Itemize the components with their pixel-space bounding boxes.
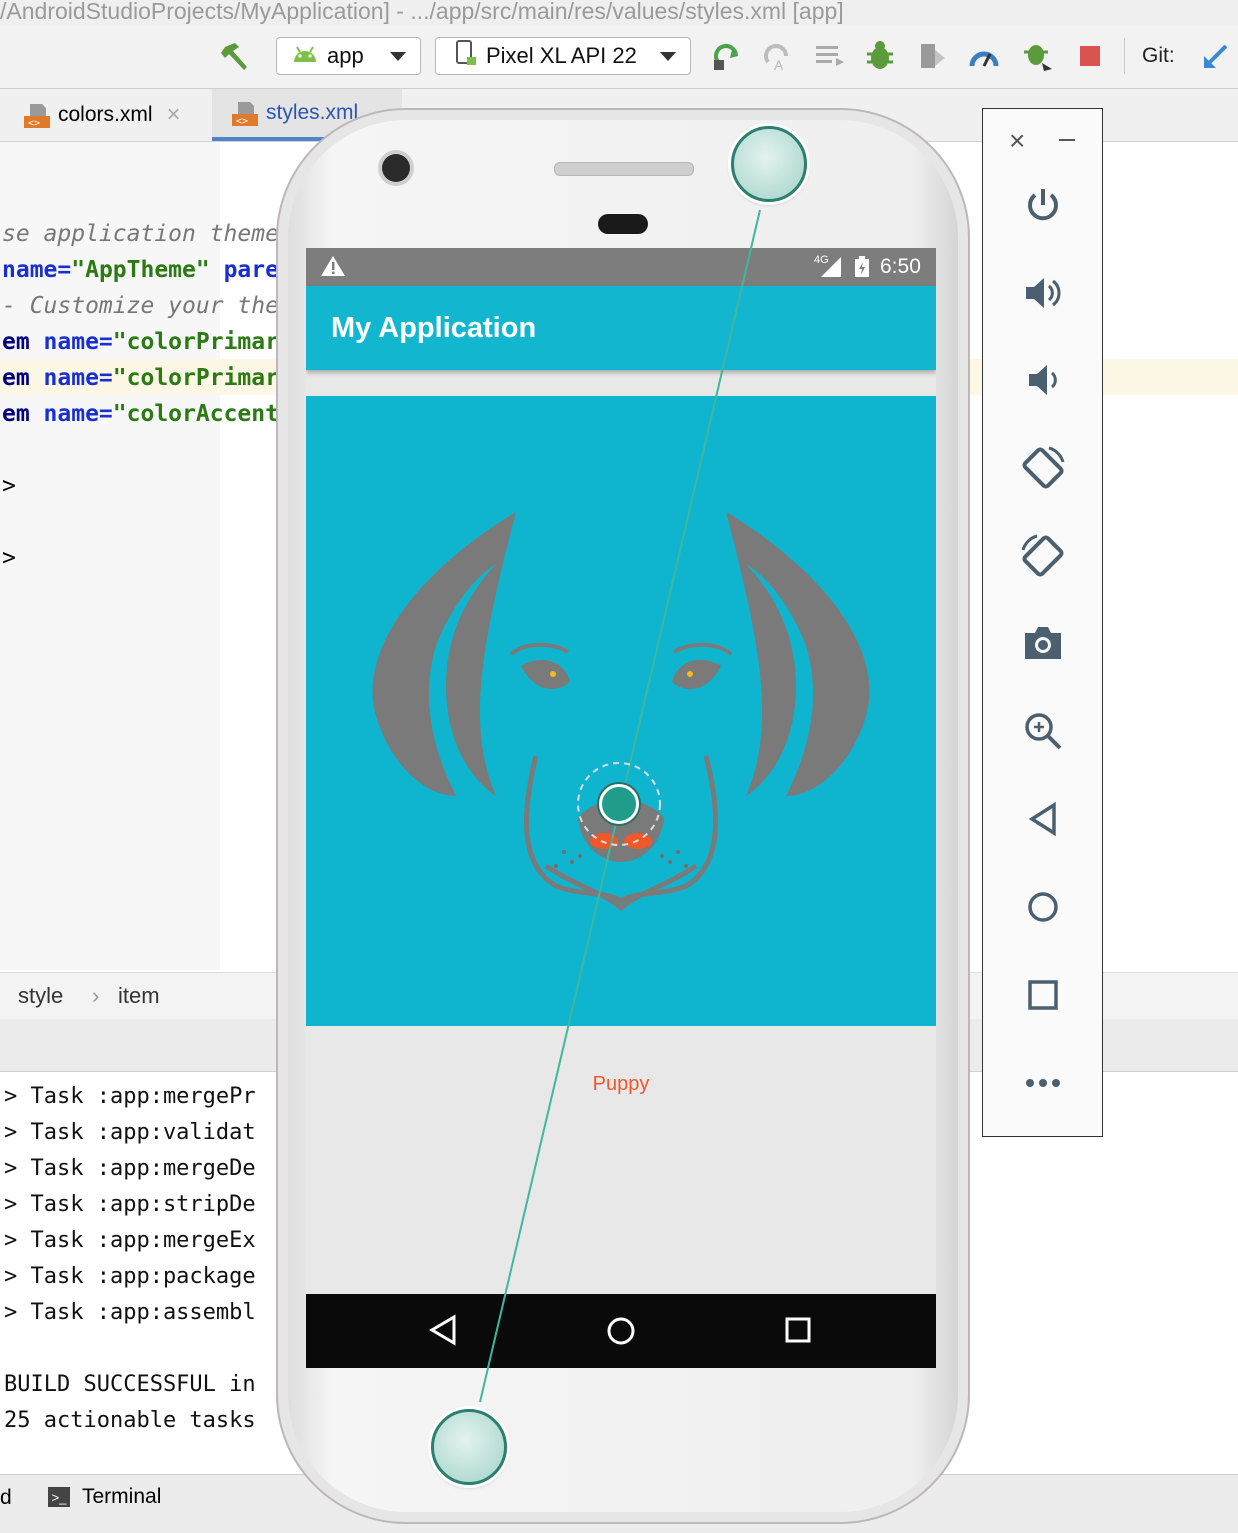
rotate-right-button[interactable] xyxy=(1013,526,1073,586)
touch-point-handle[interactable] xyxy=(731,126,807,202)
screenshot-button[interactable] xyxy=(1013,613,1073,673)
power-icon xyxy=(1028,189,1058,221)
home-button[interactable] xyxy=(1013,877,1073,937)
back-button[interactable] xyxy=(1013,789,1073,849)
camera-icon xyxy=(1025,627,1061,659)
back-icon xyxy=(1028,801,1056,837)
touch-point-handle[interactable] xyxy=(431,1409,507,1485)
volume-up-icon xyxy=(1026,278,1061,308)
power-button[interactable] xyxy=(1013,175,1073,235)
overview-button[interactable] xyxy=(1013,965,1073,1025)
minimize-icon[interactable] xyxy=(1059,139,1075,141)
home-icon xyxy=(1028,892,1058,922)
volume-down-button[interactable] xyxy=(1013,350,1073,410)
rotate-right-icon xyxy=(1021,534,1064,577)
volume-down-icon xyxy=(1029,365,1057,395)
overview-icon xyxy=(1028,980,1058,1010)
more-button[interactable] xyxy=(1013,1053,1073,1113)
zoom-icon xyxy=(1025,713,1062,750)
rotate-left-button[interactable] xyxy=(1013,438,1073,498)
more-icon xyxy=(1026,1079,1060,1087)
emulator-controls: × xyxy=(982,108,1103,1137)
pinch-center-point[interactable] xyxy=(599,784,639,824)
close-icon[interactable]: × xyxy=(1009,125,1025,157)
zoom-button[interactable] xyxy=(1013,701,1073,761)
rotate-left-icon xyxy=(1022,446,1065,489)
volume-up-button[interactable] xyxy=(1013,263,1073,323)
